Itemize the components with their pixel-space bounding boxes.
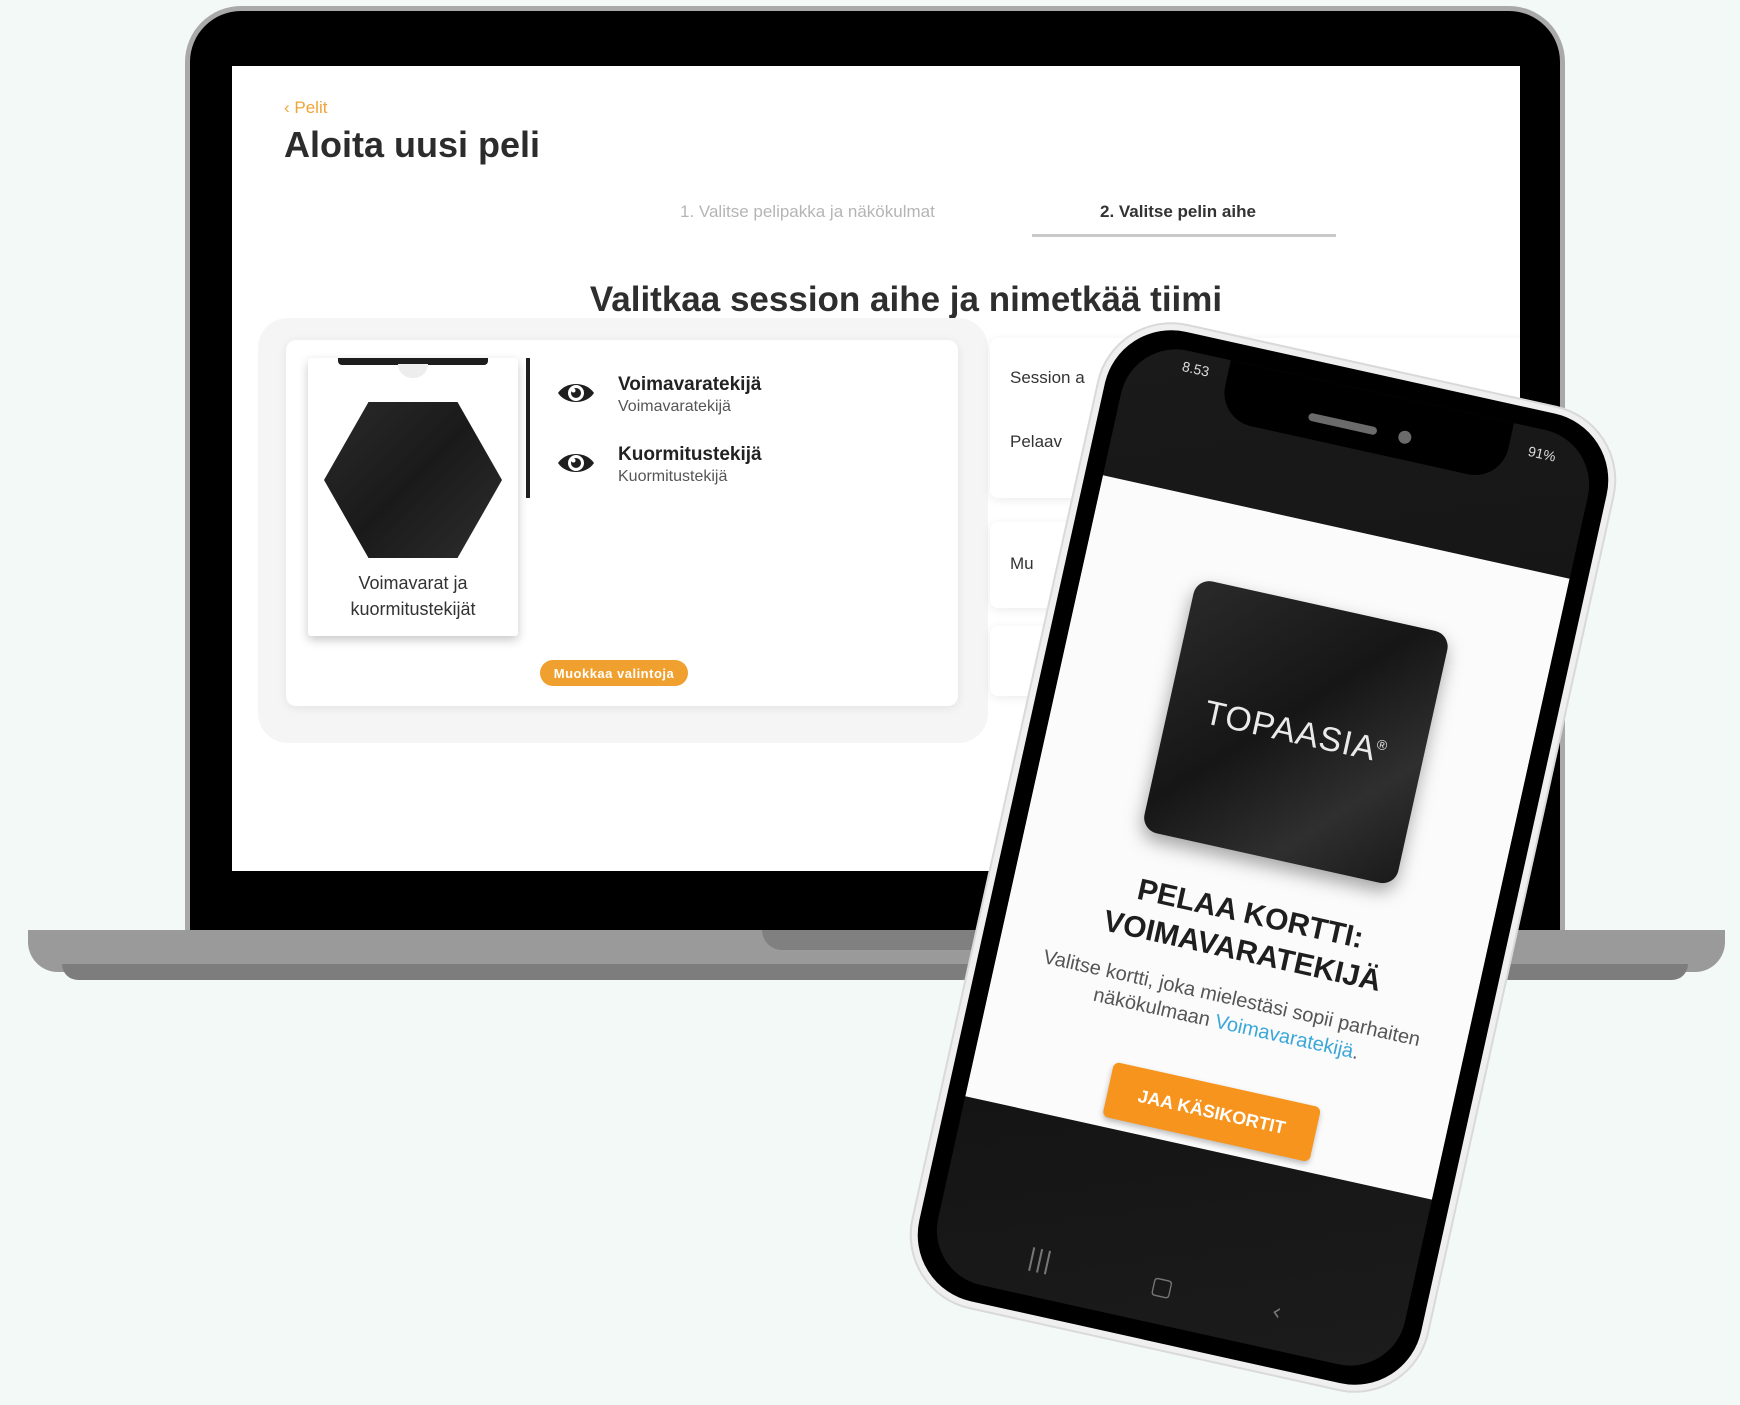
hexagon-deck-icon bbox=[324, 402, 502, 558]
active-step-underline bbox=[1032, 234, 1336, 237]
session-topic-label: Session a bbox=[1010, 368, 1085, 387]
topaasia-logo: TOPAASIA® bbox=[1165, 685, 1427, 779]
deck-tab bbox=[398, 364, 428, 378]
android-navbar: ||| ▢ ‹ bbox=[928, 1214, 1405, 1366]
edit-selections-button[interactable]: Muokkaa valintoja bbox=[540, 660, 688, 686]
deck-selection-panel: Voimavarat ja kuormitustekijät Voimavara… bbox=[286, 340, 958, 706]
chevron-left-icon: ‹ bbox=[284, 98, 295, 117]
options-label: Mu bbox=[1010, 554, 1034, 573]
registered-mark: ® bbox=[1375, 735, 1390, 754]
perspective-title: Kuormitustekijä bbox=[618, 444, 762, 465]
players-label: Pelaav bbox=[1010, 432, 1062, 451]
page-title: Aloita uusi peli bbox=[284, 124, 541, 165]
eye-icon[interactable] bbox=[556, 448, 596, 478]
camera bbox=[1397, 429, 1413, 445]
status-time: 8.53 bbox=[1180, 358, 1211, 380]
topaasia-card[interactable]: TOPAASIA® bbox=[1141, 578, 1451, 887]
deal-hand-cards-button[interactable]: JAA KÄSIKORTIT bbox=[1102, 1061, 1322, 1163]
vertical-divider bbox=[526, 358, 530, 498]
section-heading: Valitkaa session aihe ja nimetkää tiimi bbox=[589, 280, 1223, 319]
tab-step-2[interactable]: 2. Valitse pelin aihe bbox=[1100, 202, 1256, 222]
status-battery: 91% bbox=[1526, 442, 1558, 465]
play-card-modal: TOPAASIA® PELAA KORTTI: VOIMAVARATEKIJÄ … bbox=[965, 475, 1570, 1200]
back-link[interactable]: ‹ Pelit bbox=[284, 98, 327, 118]
perspective-subtitle: Kuormitustekijä bbox=[618, 468, 728, 485]
laptop-notch bbox=[762, 930, 994, 950]
home-icon[interactable]: ▢ bbox=[1148, 1270, 1176, 1302]
eye-icon[interactable] bbox=[556, 378, 596, 408]
recent-apps-icon[interactable]: ||| bbox=[1025, 1243, 1055, 1276]
back-icon[interactable]: ‹ bbox=[1269, 1297, 1284, 1326]
perspective-subtitle: Voimavaratekijä bbox=[618, 398, 731, 415]
deck-name: Voimavarat ja kuormitustekijät bbox=[350, 573, 476, 619]
tab-step-1[interactable]: 1. Valitse pelipakka ja näkökulmat bbox=[680, 202, 935, 222]
deck-card[interactable]: Voimavarat ja kuormitustekijät bbox=[308, 358, 518, 636]
back-link-label: Pelit bbox=[294, 98, 328, 117]
perspective-title: Voimavaratekijä bbox=[618, 374, 762, 395]
speaker bbox=[1307, 412, 1378, 436]
brand-name: TOPAASIA bbox=[1200, 693, 1380, 769]
